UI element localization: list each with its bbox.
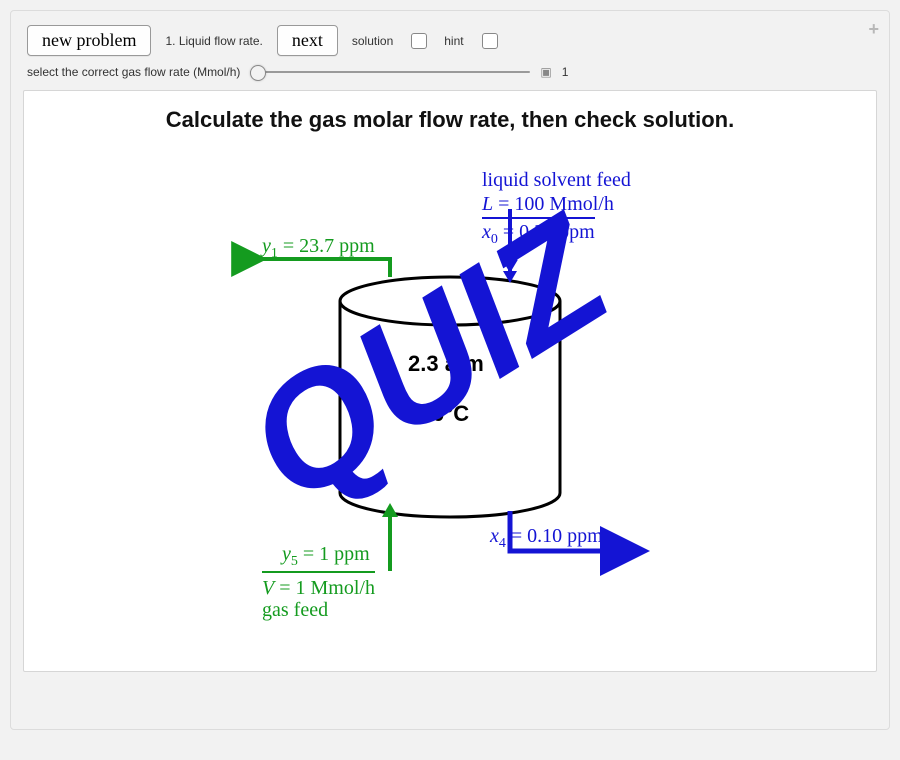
temperature-label: 10°C bbox=[420, 401, 469, 427]
y1-label: y1 = 23.7 ppm bbox=[262, 235, 375, 262]
gas-flow-slider[interactable] bbox=[250, 64, 530, 80]
add-icon[interactable]: + bbox=[868, 19, 879, 40]
diagram-panel: Calculate the gas molar flow rate, then … bbox=[23, 90, 877, 672]
gas-feed-rate: V = 1 Mmol/h bbox=[262, 571, 375, 600]
gas-feed-label: gas feed bbox=[262, 599, 328, 622]
slider-plus-icon[interactable]: ▣ bbox=[540, 65, 551, 79]
slider-thumb[interactable] bbox=[250, 65, 266, 81]
pressure-label: 2.3 atm bbox=[408, 351, 484, 377]
y5-label: y5 = 1 ppm bbox=[282, 543, 370, 570]
demo-panel: + new problem 1. Liquid flow rate. next … bbox=[10, 10, 890, 730]
prompt-title: Calculate the gas molar flow rate, then … bbox=[24, 107, 876, 133]
diagram: y1 = 23.7 ppm liquid solvent feed L = 10… bbox=[190, 151, 710, 651]
hint-label: hint bbox=[444, 34, 463, 48]
solution-label: solution bbox=[352, 34, 393, 48]
controls-row: new problem 1. Liquid flow rate. next so… bbox=[23, 21, 877, 64]
step-label: 1. Liquid flow rate. bbox=[165, 34, 262, 48]
next-button[interactable]: next bbox=[277, 25, 338, 56]
hint-checkbox[interactable] bbox=[482, 33, 498, 49]
slider-value: 1 bbox=[562, 65, 569, 79]
new-problem-button[interactable]: new problem bbox=[27, 25, 151, 56]
slider-track bbox=[250, 71, 530, 73]
liquid-feed-rate: L = 100 Mmol/h bbox=[482, 193, 614, 216]
slider-label: select the correct gas flow rate (Mmol/h… bbox=[27, 65, 240, 79]
liquid-feed-title: liquid solvent feed bbox=[482, 169, 631, 192]
solution-checkbox[interactable] bbox=[411, 33, 427, 49]
x4-label: x4 = 0.10 ppm bbox=[490, 525, 603, 552]
slider-row: select the correct gas flow rate (Mmol/h… bbox=[23, 64, 877, 90]
x0-label: x0 = 0.35 ppm bbox=[482, 217, 595, 248]
